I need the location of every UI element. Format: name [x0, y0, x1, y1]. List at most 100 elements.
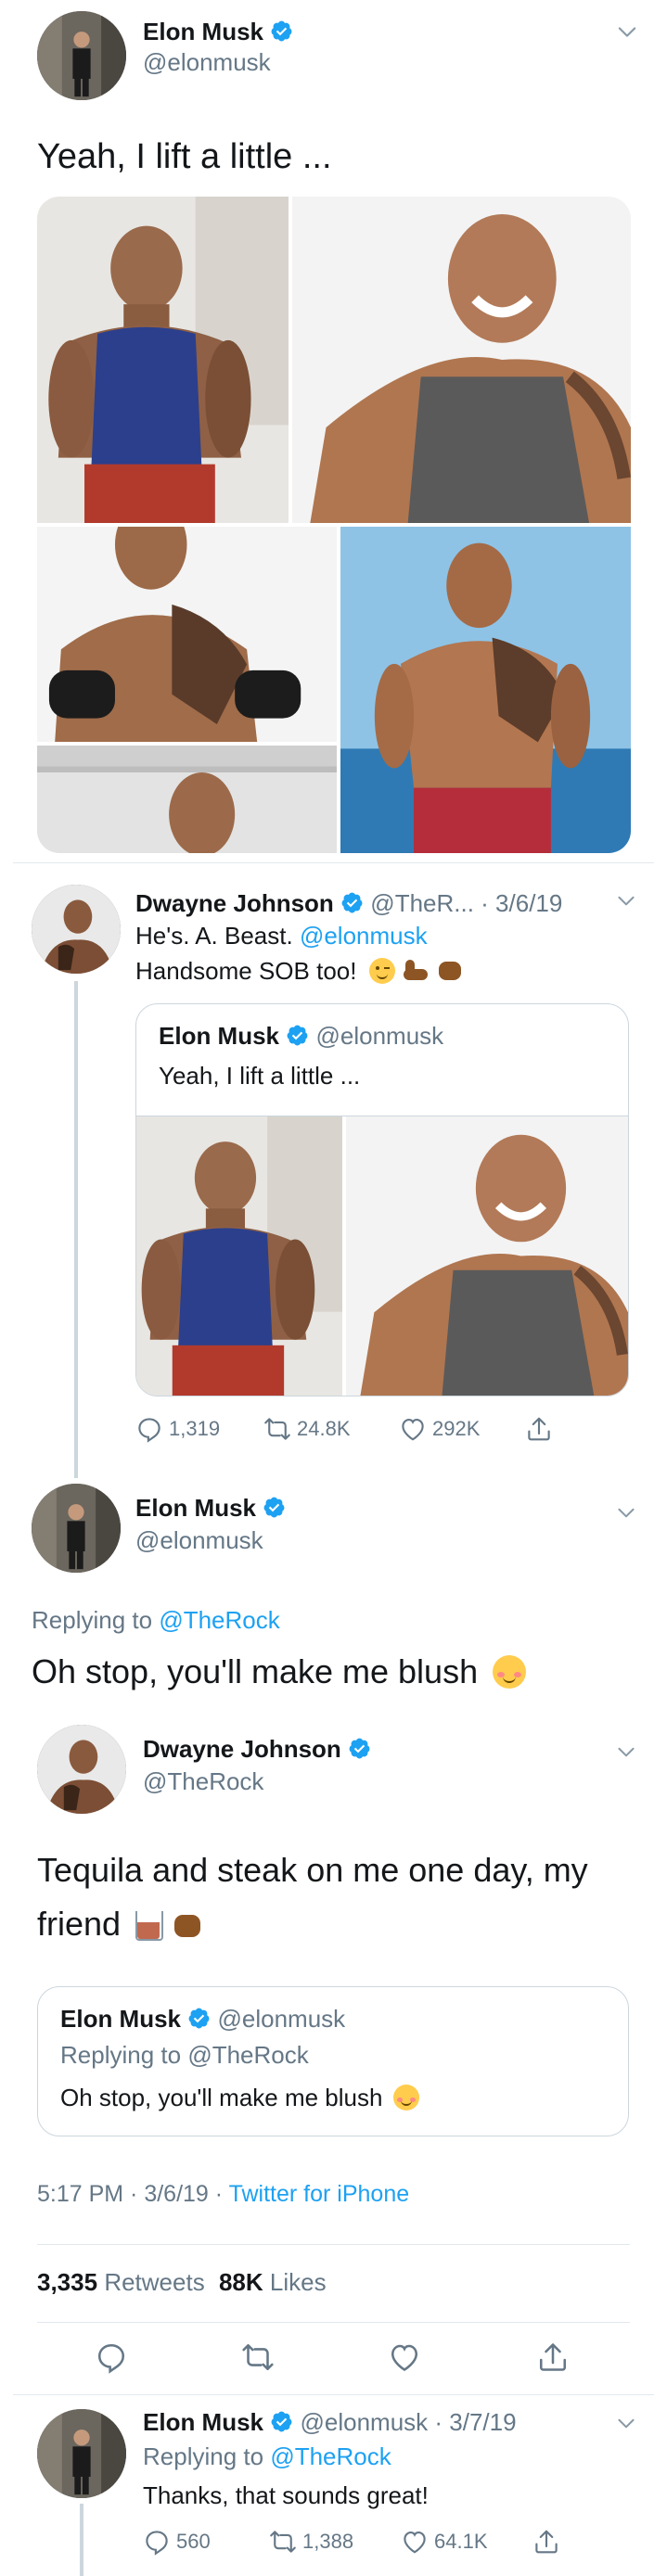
- like-count: 292K: [432, 1417, 481, 1440]
- thread-line: [74, 981, 78, 1478]
- reply-count: 560: [176, 2530, 211, 2553]
- verified-icon: [348, 1737, 371, 1760]
- quoted-author-handle: @elonmusk: [315, 1022, 444, 1050]
- author-handle-date[interactable]: @elonmusk · 3/7/19: [300, 2408, 516, 2436]
- share-icon: [536, 2340, 570, 2374]
- avatar-image: [32, 885, 121, 974]
- wink-emoji-icon: [368, 958, 395, 984]
- verified-icon: [270, 19, 293, 43]
- retweet-button[interactable]: 1,388: [269, 2528, 353, 2556]
- share-button[interactable]: [525, 1415, 553, 1443]
- mention-link[interactable]: @elonmusk: [300, 922, 428, 950]
- divider: [37, 2322, 630, 2323]
- retweets-label: Retweets: [104, 2268, 205, 2296]
- media-photo-1[interactable]: [37, 197, 289, 523]
- verified-icon: [263, 1496, 286, 1519]
- media-grid[interactable]: [37, 197, 631, 853]
- flexed-biceps-icon: [402, 958, 430, 984]
- retweet-button[interactable]: [241, 2340, 275, 2374]
- likes-label: Likes: [269, 2268, 327, 2296]
- chevron-down-icon[interactable]: [614, 1740, 638, 1764]
- avatar[interactable]: [37, 11, 126, 100]
- likes-count: 88K: [218, 2268, 263, 2296]
- like-count: 64.1K: [434, 2530, 488, 2553]
- avatar[interactable]: [37, 1725, 126, 1814]
- quoted-tweet[interactable]: Elon Musk @elonmusk Yeah, I lift a littl…: [135, 1003, 629, 1396]
- likes-stat[interactable]: 88K Likes: [219, 2268, 327, 2296]
- chevron-down-icon[interactable]: [614, 1500, 638, 1524]
- chevron-down-icon[interactable]: [614, 19, 640, 45]
- reply-text: Oh stop, you'll make me blush: [32, 1652, 479, 1690]
- avatar-image: [37, 2409, 126, 2498]
- like-button[interactable]: [388, 2340, 421, 2374]
- reply-text: Thanks, that sounds great!: [143, 2481, 429, 2509]
- blush-emoji-icon: [493, 1655, 527, 1689]
- verified-icon: [340, 891, 364, 914]
- tweet-timestamp[interactable]: 5:17 PM · 3/6/19 ·: [37, 2181, 229, 2207]
- author-handle[interactable]: @elonmusk: [135, 1526, 263, 1555]
- reply-button[interactable]: [95, 2340, 128, 2374]
- tweet-text: Tequila and steak on me one day, my: [37, 1851, 588, 1889]
- avatar-image: [37, 1725, 126, 1814]
- media-photo-2[interactable]: [292, 197, 631, 523]
- verified-icon: [286, 1024, 309, 1047]
- tweet-text: Yeah, I lift a little ...: [37, 137, 332, 176]
- media-photo-4[interactable]: [340, 527, 631, 853]
- reply-button[interactable]: 560: [143, 2528, 211, 2556]
- quoted-text: Yeah, I lift a little ...: [159, 1062, 361, 1090]
- replying-to-label: Replying to: [60, 2041, 188, 2069]
- mention-link[interactable]: @TheRock: [270, 2442, 391, 2470]
- quoted-author-name: Elon Musk: [159, 1022, 280, 1050]
- like-button[interactable]: 292K: [399, 1415, 480, 1443]
- author-name[interactable]: Elon Musk: [135, 1494, 256, 1522]
- mention-link: @TheRock: [187, 2041, 309, 2069]
- like-button[interactable]: 64.1K: [401, 2528, 488, 2556]
- retweets-stat[interactable]: 3,335 Retweets: [37, 2268, 205, 2296]
- quoted-media-photo-1[interactable]: [136, 1116, 342, 1396]
- fist-bump-icon: [436, 958, 464, 984]
- author-name[interactable]: Elon Musk: [143, 18, 263, 45]
- media-photo-3[interactable]: [37, 527, 337, 853]
- retweet-icon: [263, 1415, 291, 1443]
- reply-button[interactable]: 1,319: [135, 1415, 220, 1443]
- chevron-down-icon[interactable]: [614, 2411, 638, 2435]
- divider: [37, 2244, 630, 2245]
- author-handle[interactable]: @elonmusk: [143, 48, 271, 77]
- avatar-image: [32, 1484, 121, 1573]
- avatar-image: [37, 11, 126, 100]
- chevron-down-icon[interactable]: [614, 888, 638, 912]
- reply-text: Handsome SOB too!: [135, 957, 357, 985]
- reply-icon: [143, 2528, 171, 2556]
- like-icon: [388, 2340, 421, 2374]
- tweet-source-link[interactable]: Twitter for iPhone: [229, 2181, 410, 2207]
- verified-icon: [187, 2007, 211, 2030]
- share-icon: [532, 2528, 560, 2556]
- retweet-icon: [269, 2528, 297, 2556]
- reply-icon: [95, 2340, 128, 2374]
- replying-to-label: Replying to: [143, 2442, 271, 2470]
- retweets-count: 3,335: [37, 2268, 98, 2296]
- quoted-media-photo-2[interactable]: [346, 1116, 628, 1396]
- avatar[interactable]: [32, 1484, 121, 1573]
- author-name[interactable]: Elon Musk: [143, 2408, 263, 2436]
- share-button[interactable]: [536, 2340, 570, 2374]
- quoted-text: Oh stop, you'll make me blush: [60, 2084, 383, 2111]
- replying-to-label: Replying to: [32, 1606, 160, 1634]
- fist-bump-icon: [173, 1909, 204, 1941]
- like-icon: [401, 2528, 429, 2556]
- reply-icon: [135, 1415, 163, 1443]
- author-name[interactable]: Dwayne Johnson: [143, 1735, 341, 1763]
- quoted-tweet[interactable]: Elon Musk @elonmusk Replying to @TheRock…: [37, 1986, 629, 2136]
- share-button[interactable]: [532, 2528, 560, 2556]
- quoted-author-name: Elon Musk: [60, 2005, 182, 2033]
- avatar[interactable]: [32, 885, 121, 974]
- mention-link[interactable]: @TheRock: [159, 1606, 279, 1634]
- verified-icon: [270, 2410, 293, 2433]
- divider: [13, 862, 654, 863]
- avatar[interactable]: [37, 2409, 126, 2498]
- author-handle-date[interactable]: @TheR... · 3/6/19: [370, 889, 562, 917]
- author-handle[interactable]: @TheRock: [143, 1767, 263, 1796]
- like-icon: [399, 1415, 427, 1443]
- author-name[interactable]: Dwayne Johnson: [135, 889, 334, 917]
- retweet-button[interactable]: 24.8K: [263, 1415, 351, 1443]
